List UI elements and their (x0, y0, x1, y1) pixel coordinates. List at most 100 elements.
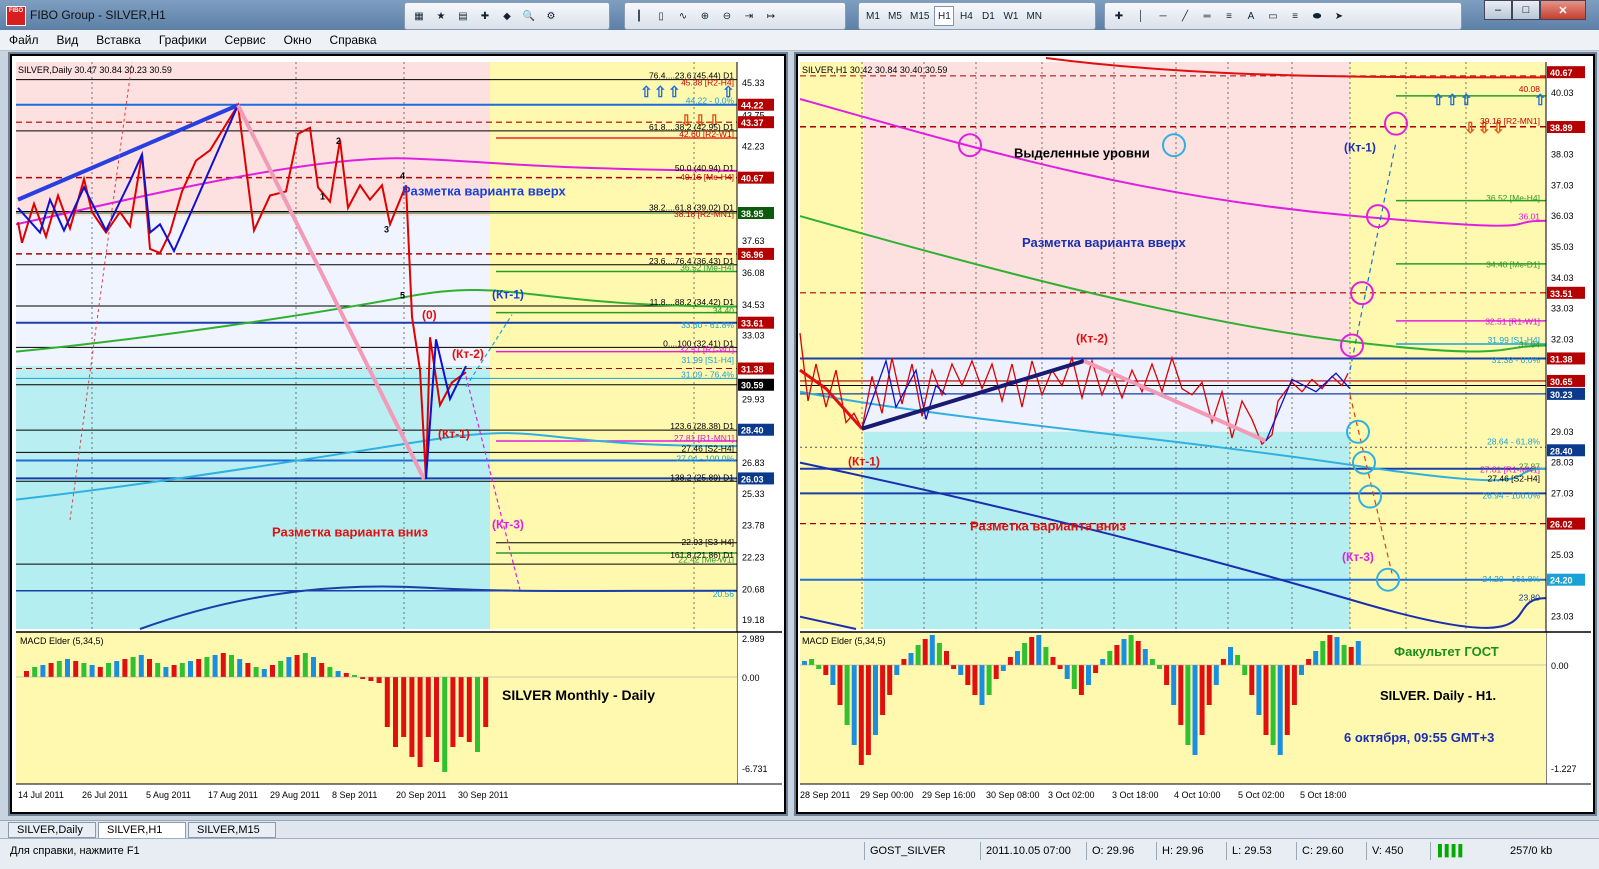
level-text-22: 138.2 (25.89) D1 (670, 472, 734, 482)
right-chart-header: SILVER,H1 30.42 30.84 30.40 30.59 (802, 65, 947, 75)
tab-1[interactable]: SILVER,H1 (98, 822, 186, 838)
annotation-up: Разметка варианта вверх (1022, 235, 1187, 250)
crosshair-icon[interactable]: ✚ (1109, 6, 1129, 26)
macd-bar-48 (417, 677, 423, 767)
zoom-in-icon[interactable]: ⊕ (695, 6, 715, 26)
terminal-icon[interactable]: ◆ (497, 6, 517, 26)
autoscroll-icon[interactable]: ⇥ (739, 6, 759, 26)
timeframe-M5[interactable]: M5 (885, 6, 905, 26)
up-arrow-icon-1: ⇧ (654, 84, 667, 101)
up-arrow-icon-3: ⇧ (1534, 92, 1547, 109)
maximize-icon[interactable]: □ (1512, 0, 1540, 20)
right-chart-canvas[interactable]: ⇧ ⇧ ⇧ ⇧⇩ ⇩ ⇩40.0338.0337.0336.0335.0334.0333.… (796, 54, 1595, 814)
macd-bar-23 (212, 655, 218, 677)
macd-bar-7 (851, 665, 857, 745)
macd-bar-22 (958, 665, 964, 675)
line-chart-icon[interactable]: ∿ (673, 6, 693, 26)
annotation-down: Разметка варианта вниз (272, 525, 429, 540)
tester-icon[interactable]: 🔍 (519, 6, 539, 26)
macd-bar-10 (106, 663, 111, 677)
price-label-6: 34.53 (742, 300, 765, 310)
macd-bar-42 (1100, 659, 1106, 665)
menu-item-0[interactable]: Файл (0, 30, 48, 47)
macd-bar-2 (816, 665, 822, 669)
tab-0[interactable]: SILVER,Daily (8, 822, 96, 838)
navigator-icon[interactable]: ✚ (475, 6, 495, 26)
macd-bar-10 (873, 665, 878, 735)
new-chart-icon[interactable]: ▦ (409, 6, 429, 26)
arrows-icon[interactable]: ➤ (1329, 6, 1349, 26)
left-chart-canvas[interactable]: ⇧⇧⇧⇧⇩⇩⇩45.3343.7542.2339.1037.6336.0834.… (10, 54, 786, 814)
bar-chart-icon[interactable]: ┃ (629, 6, 649, 26)
menu-item-1[interactable]: Вид (48, 30, 88, 47)
tab-2[interactable]: SILVER,M15 (188, 822, 276, 838)
timeframe-H4[interactable]: H4 (956, 6, 976, 26)
macd-bar-58 (1213, 665, 1219, 685)
date-label-1: 29 Sep 00:00 (860, 790, 914, 800)
menu-item-3[interactable]: Графики (150, 30, 216, 47)
price-label-8: 29.03 (1551, 427, 1574, 437)
macd-bar-12 (887, 665, 893, 695)
label-icon[interactable]: ▭ (1263, 6, 1283, 26)
channel-icon[interactable]: ═ (1197, 6, 1217, 26)
macd-bar-32 (1029, 637, 1035, 665)
timeframe-W1[interactable]: W1 (1000, 6, 1021, 26)
right-chart-window[interactable]: ⇧ ⇧ ⇧ ⇧ ⇩ ⇩ ⇩ 40.03 38.03 37.03 36.03 35.03 34.03 33.… (794, 52, 1597, 816)
candle-chart-icon[interactable]: ▯ (651, 6, 671, 26)
trendline-icon[interactable]: ╱ (1175, 6, 1195, 26)
macd-bar-28 (253, 667, 259, 677)
macd-bar-26 (237, 659, 243, 677)
chart-shift-icon[interactable]: ↦ (761, 6, 781, 26)
timeframe-D1[interactable]: D1 (978, 6, 998, 26)
menu-item-4[interactable]: Сервис (216, 30, 275, 47)
menu-item-6[interactable]: Справка (321, 30, 386, 47)
left-chart-window[interactable]: ⇧⇧⇧⇧⇩⇩⇩45.3343.7542.2339.1037.6336.0834.… (8, 52, 788, 816)
level-text-4: 42.60 [R2-W1] (679, 129, 734, 139)
macd-bg (16, 632, 737, 784)
up-arrow-icon-0: ⇧ (640, 84, 653, 101)
macd-caption: SILVER Monthly - Daily (502, 687, 655, 703)
date-label-5: 8 Sep 2011 (332, 790, 377, 800)
fibo-app-icon: FIBO (6, 6, 26, 26)
macd-bar-13 (894, 665, 900, 675)
macd-bar-75 (1334, 637, 1340, 665)
drawing-toolbar: ✚ │ ─ ╱ ═ ≡ A ▭ ≡ ⬬ ➤ (1104, 2, 1462, 30)
level-text-2: 44.22 - 0.0% (686, 96, 735, 106)
macd-bar-29 (1007, 657, 1013, 665)
level-text-13: 33.60 - 61.8% (681, 320, 734, 330)
timeframe-M1[interactable]: M1 (863, 6, 883, 26)
macd-bar-19 (179, 663, 185, 677)
minimize-icon[interactable]: – (1484, 0, 1512, 20)
text-icon[interactable]: A (1241, 6, 1261, 26)
timeframe-H1[interactable]: H1 (934, 6, 955, 26)
price-tag-6: 28.40 (1550, 446, 1573, 456)
macd-bar-17 (922, 639, 928, 665)
menu-item-5[interactable]: Окно (275, 30, 321, 47)
options-icon[interactable]: ⚙ (541, 6, 561, 26)
macd-bar-1 (809, 659, 815, 665)
status-open: O: 29.96 (1092, 845, 1135, 857)
annotation-kt3: (Кт-3) (1342, 550, 1374, 564)
vertical-line-icon[interactable]: │ (1131, 6, 1151, 26)
macd-bar-32 (286, 657, 292, 677)
horizontal-line-icon[interactable]: ─ (1153, 6, 1173, 26)
macd-zero-value: 0.00 (742, 673, 760, 683)
menu-item-2[interactable]: Вставка (87, 30, 150, 47)
macd-bar-25 (979, 665, 985, 705)
level-text-10: 36.52 [Me-H4] (680, 263, 734, 273)
macd-bar-24 (972, 665, 978, 695)
macd-bar-17 (163, 667, 169, 677)
ellipse-icon[interactable]: ⬬ (1307, 6, 1327, 26)
timeframe-MN[interactable]: MN (1023, 6, 1045, 26)
fibo-fan-icon[interactable]: ≡ (1285, 6, 1305, 26)
profiles-icon[interactable]: ★ (431, 6, 451, 26)
market-watch-icon[interactable]: ▤ (453, 6, 473, 26)
fibo-icon[interactable]: ≡ (1219, 6, 1239, 26)
macd-bar-20 (188, 661, 193, 677)
macd-bar-42 (368, 677, 374, 681)
price-label-10: 25.33 (742, 489, 765, 499)
macd-bar-54 (466, 677, 472, 742)
close-icon[interactable]: ✕ (1540, 0, 1586, 20)
timeframe-M15[interactable]: M15 (907, 6, 932, 26)
zoom-out-icon[interactable]: ⊖ (717, 6, 737, 26)
